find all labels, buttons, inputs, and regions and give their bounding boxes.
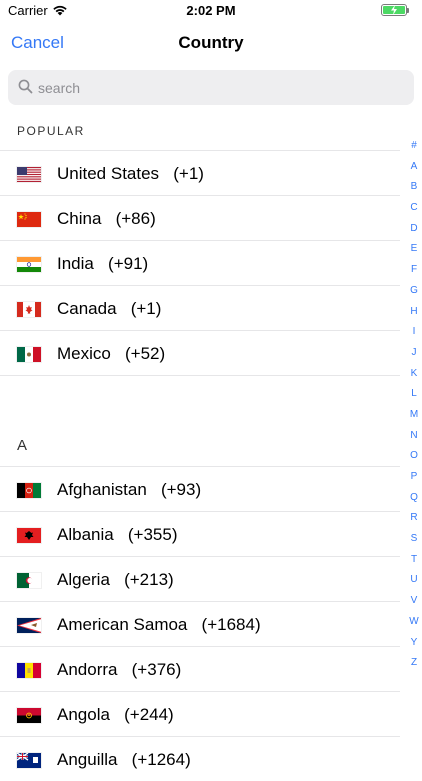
ca-flag-icon (16, 301, 42, 318)
cn-flag-icon (16, 211, 42, 228)
section-spacer (0, 375, 400, 421)
section-index[interactable]: # A B C D E F G H I J K L M N O P Q R S … (402, 136, 422, 674)
country-name: Mexico (+52) (57, 344, 166, 363)
country-list: POPULAR United States (+1) China (+86) I… (0, 105, 400, 781)
country-name: Algeria (+213) (57, 570, 174, 589)
country-name: Afghanistan (+93) (57, 480, 202, 499)
index-q[interactable]: Q (402, 488, 422, 509)
country-row-algeria[interactable]: Algeria (+213) (0, 556, 400, 601)
country-row-mexico[interactable]: Mexico (+52) (0, 330, 400, 375)
section-header-a: A (17, 437, 28, 454)
country-name: Andorra (+376) (57, 660, 182, 679)
index-d[interactable]: D (402, 219, 422, 240)
index-z[interactable]: Z (402, 653, 422, 674)
country-name: American Samoa (+1684) (57, 615, 261, 634)
index-m[interactable]: M (402, 405, 422, 426)
index-t[interactable]: T (402, 550, 422, 571)
country-row-american-samoa[interactable]: American Samoa (+1684) (0, 601, 400, 646)
index-i[interactable]: I (402, 322, 422, 343)
page-title: Country (178, 33, 244, 52)
index-s[interactable]: S (402, 529, 422, 550)
ai-flag-icon (16, 752, 42, 769)
index-v[interactable]: V (402, 591, 422, 612)
country-row-angola[interactable]: Angola (+244) (0, 691, 400, 736)
index-b[interactable]: B (402, 177, 422, 198)
index-a[interactable]: A (402, 157, 422, 178)
country-row-andorra[interactable]: Andorra (+376) (0, 646, 400, 691)
country-row-china[interactable]: China (+86) (0, 195, 400, 240)
country-row-india[interactable]: India (+91) (0, 240, 400, 285)
country-row-afghanistan[interactable]: Afghanistan (+93) (0, 466, 400, 511)
country-name: Anguilla (+1264) (57, 750, 191, 769)
index-n[interactable]: N (402, 426, 422, 447)
search-bar[interactable] (8, 70, 414, 105)
country-name: China (+86) (57, 209, 156, 228)
search-input[interactable] (38, 78, 398, 98)
al-flag-icon (16, 527, 42, 544)
index-o[interactable]: O (402, 446, 422, 467)
country-name: Angola (+244) (57, 705, 174, 724)
index-w[interactable]: W (402, 612, 422, 633)
af-flag-icon (16, 482, 42, 499)
index-e[interactable]: E (402, 239, 422, 260)
country-row-united-states[interactable]: United States (+1) (0, 150, 400, 195)
index-u[interactable]: U (402, 570, 422, 591)
index-y[interactable]: Y (402, 633, 422, 654)
status-bar: Carrier 2:02 PM (0, 0, 422, 22)
as-flag-icon (16, 617, 42, 634)
index-h[interactable]: H (402, 302, 422, 323)
index-p[interactable]: P (402, 467, 422, 488)
index-hash[interactable]: # (402, 136, 422, 157)
country-name: Albania (+355) (57, 525, 178, 544)
country-name: United States (+1) (57, 164, 204, 183)
index-l[interactable]: L (402, 384, 422, 405)
index-g[interactable]: G (402, 281, 422, 302)
us-flag-icon (16, 166, 42, 183)
battery-tip (407, 8, 409, 13)
section-header-popular: POPULAR (17, 124, 85, 138)
country-row-anguilla[interactable]: Anguilla (+1264) (0, 736, 400, 781)
index-c[interactable]: C (402, 198, 422, 219)
ao-flag-icon (16, 707, 42, 724)
index-f[interactable]: F (402, 260, 422, 281)
clock: 2:02 PM (186, 3, 236, 18)
index-k[interactable]: K (402, 364, 422, 385)
ad-flag-icon (16, 662, 42, 679)
search-icon (18, 79, 33, 99)
country-name: India (+91) (57, 254, 149, 273)
country-name: Canada (+1) (57, 299, 162, 318)
index-r[interactable]: R (402, 508, 422, 529)
battery-icon (381, 4, 407, 16)
mx-flag-icon (16, 346, 42, 363)
country-row-albania[interactable]: Albania (+355) (0, 511, 400, 556)
navigation-bar: Cancel Country (0, 22, 422, 66)
in-flag-icon (16, 256, 42, 273)
index-j[interactable]: J (402, 343, 422, 364)
country-row-canada[interactable]: Canada (+1) (0, 285, 400, 330)
dz-flag-icon (16, 572, 42, 589)
